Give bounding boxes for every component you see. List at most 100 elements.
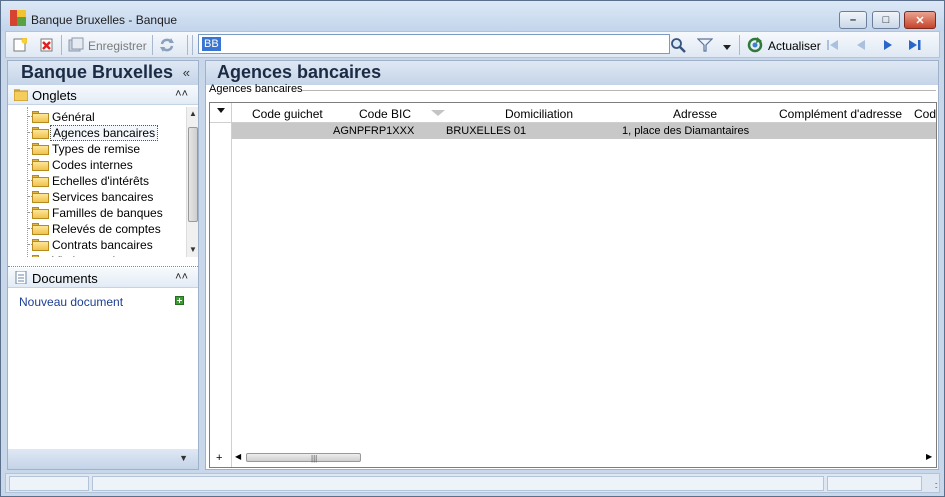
search-value: BB (202, 37, 221, 51)
chevron-down-icon[interactable]: ▼ (179, 453, 188, 463)
tree-item-label: Vir. internationaux (52, 254, 148, 257)
toolbar: Enregistrer BB Actualiser (5, 31, 940, 58)
app-icon (10, 10, 26, 26)
chevron-up-icon[interactable]: ˄˄ (175, 88, 188, 100)
save-icon (68, 37, 84, 53)
navigation-panel-header: Banque Bruxelles « (8, 61, 198, 85)
tree-item-label: Général (52, 110, 95, 124)
new-document-link[interactable]: Nouveau document (19, 295, 123, 309)
refresh-icon (747, 37, 763, 53)
column-header-domiciliation[interactable]: Domiciliation (505, 107, 573, 121)
filter-icon[interactable] (696, 37, 714, 53)
add-row-icon[interactable]: + (216, 452, 222, 464)
add-document-icon[interactable] (175, 296, 184, 305)
column-chooser-icon[interactable] (217, 108, 225, 113)
tabs-section-header[interactable]: Onglets ˄˄ (8, 85, 198, 105)
folder-icon (32, 143, 49, 155)
tree-item-label: Services bancaires (52, 190, 154, 204)
grid-horizontal-scrollbar[interactable]: ◀ ||| ▶ (232, 450, 936, 465)
tree-item-label: Familles de banques (52, 206, 163, 220)
toolbar-separator (192, 35, 193, 55)
new-record-icon[interactable] (12, 37, 28, 53)
scroll-down-icon[interactable]: ▼ (189, 245, 197, 254)
content-panel-header: Agences bancaires (206, 61, 938, 85)
cell-domiciliation: BRUXELLES 01 (446, 125, 527, 137)
maximize-button[interactable]: □ (872, 11, 900, 29)
column-header-complement[interactable]: Complément d'adresse (779, 107, 902, 121)
tree-item-label: Codes internes (52, 158, 133, 172)
folder-icon (32, 127, 49, 139)
cell-code-bic: AGNPFRP1XXX (333, 125, 415, 137)
delete-icon[interactable] (39, 37, 55, 53)
tabs-tree: Général Agences bancaires Types de remise C… (8, 107, 186, 257)
scroll-right-icon[interactable]: ▶ (926, 452, 932, 461)
folder-icon (32, 255, 49, 257)
close-icon: ✕ (915, 15, 925, 27)
minimize-button[interactable]: – (839, 11, 867, 29)
scroll-up-icon[interactable]: ▲ (189, 109, 197, 118)
folder-icon (32, 175, 49, 187)
status-cell (9, 476, 89, 491)
refresh-button[interactable]: Actualiser (768, 39, 821, 53)
grid-header: Code guichet Code BIC Domiciliation Adre… (210, 103, 936, 123)
close-button[interactable]: ✕ (904, 11, 936, 29)
status-bar: ::: (5, 473, 940, 493)
tree-item-label: Relevés de comptes (52, 222, 161, 236)
toolbar-separator (739, 35, 740, 55)
content-panel: Agences bancaires Agences bancaires Code… (205, 60, 939, 470)
next-record-icon[interactable] (879, 36, 897, 54)
toolbar-separator (152, 35, 153, 55)
status-cell (827, 476, 922, 491)
column-header-code-guichet[interactable]: Code guichet (252, 107, 323, 121)
cell-adresse: 1, place des Diamantaires (622, 125, 750, 137)
column-header-code-bic[interactable]: Code BIC (359, 107, 411, 121)
record-title: Banque Bruxelles (21, 62, 174, 82)
tree-item-label: Echelles d'intérêts (52, 174, 150, 188)
title-bar[interactable]: Banque Bruxelles - Banque – □ ✕ (1, 1, 944, 31)
application-window: Banque Bruxelles - Banque – □ ✕ Enregist… (0, 0, 945, 497)
column-header-code[interactable]: Cod (914, 107, 936, 121)
folder-icon (32, 239, 49, 251)
scroll-left-icon[interactable]: ◀ (235, 452, 241, 461)
status-cell (92, 476, 824, 491)
folder-icon (32, 207, 49, 219)
panel-splitter[interactable] (8, 266, 198, 267)
toolbar-separator (61, 35, 62, 55)
scrollbar-grip: ||| (311, 454, 318, 463)
sync-icon[interactable] (159, 37, 175, 53)
scrollbar-thumb[interactable]: ||| (246, 453, 361, 463)
documents-section-label: Documents (32, 271, 98, 286)
row-indicator-column (210, 103, 232, 467)
last-record-icon[interactable] (906, 36, 924, 54)
collapse-panel-icon[interactable]: « (183, 65, 190, 80)
navigation-panel: Banque Bruxelles « Onglets ˄˄ Général Age… (7, 60, 199, 470)
filter-dropdown-icon[interactable] (722, 40, 732, 50)
tree-connector (27, 107, 28, 257)
resize-grip-icon[interactable]: ::: (934, 480, 937, 490)
table-row[interactable]: AGNPFRP1XXX BRUXELLES 01 1, place des Di… (232, 123, 936, 139)
previous-record-icon[interactable] (852, 36, 870, 54)
folder-icon (32, 223, 49, 235)
folder-icon (13, 88, 29, 102)
navigation-panel-footer: ▼ (8, 449, 198, 469)
first-record-icon[interactable] (824, 36, 842, 54)
column-header-adresse[interactable]: Adresse (673, 107, 717, 121)
save-button[interactable]: Enregistrer (88, 39, 147, 53)
tree-item-label: Contrats bancaires (52, 238, 153, 252)
group-box-line (302, 90, 936, 91)
documents-section-header[interactable]: Documents ˄˄ (8, 268, 198, 288)
tree-item-label: Agences bancaires (50, 125, 159, 141)
search-input[interactable]: BB (198, 34, 670, 54)
sort-icon (431, 110, 445, 116)
window-title: Banque Bruxelles - Banque (31, 13, 178, 27)
document-icon (14, 270, 28, 285)
tabs-section-label: Onglets (32, 88, 77, 103)
search-icon[interactable] (670, 37, 686, 53)
tabs-scrollbar[interactable]: ▲ ▼ (186, 107, 198, 257)
scrollbar-thumb[interactable] (188, 127, 198, 222)
minimize-icon: – (849, 14, 857, 26)
chevron-up-icon[interactable]: ˄˄ (175, 271, 188, 283)
group-box-label: Agences bancaires (209, 83, 303, 95)
data-grid[interactable]: Code guichet Code BIC Domiciliation Adre… (209, 102, 937, 468)
page-title: Agences bancaires (217, 62, 382, 82)
